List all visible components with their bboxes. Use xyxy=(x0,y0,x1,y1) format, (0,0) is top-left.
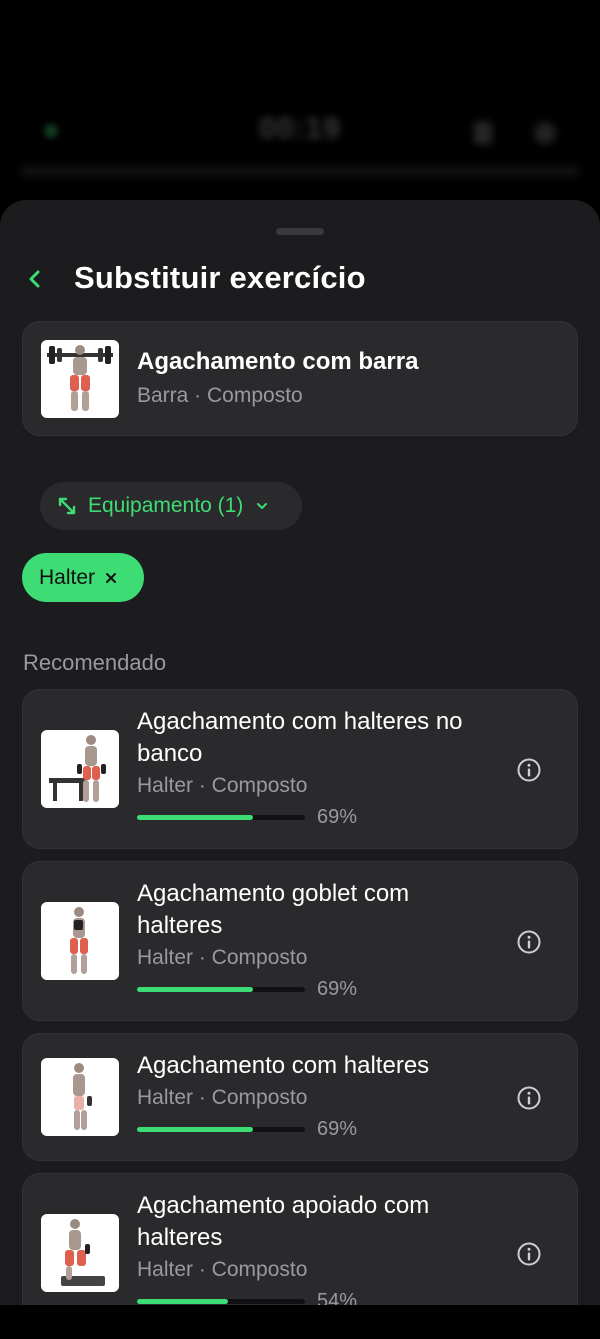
current-exercise-card: Agachamento com barra Barra · Composto xyxy=(22,321,578,436)
section-label-recommended: Recomendado xyxy=(23,650,167,675)
arrows-diagonal-icon xyxy=(58,497,76,515)
active-filter-chip[interactable]: Halter xyxy=(22,553,144,602)
info-icon xyxy=(517,1086,541,1110)
workout-timer: 00:19 xyxy=(259,112,341,145)
match-bar-fill xyxy=(137,1127,253,1132)
info-icon xyxy=(517,1242,541,1266)
background-progress xyxy=(20,166,580,176)
current-exercise-meta: Barra · Composto xyxy=(137,384,303,407)
match-percent: 69% xyxy=(317,978,358,1000)
exercise-name: Agachamento com halteres xyxy=(137,1052,430,1079)
info-icon xyxy=(517,930,541,954)
info-button[interactable] xyxy=(516,1085,542,1111)
background-workout-header: 00:19 xyxy=(0,0,600,200)
exercise-meta: Halter · Composto xyxy=(137,774,308,797)
exercise-name: Agachamento apoiado com halteres xyxy=(137,1192,430,1251)
match-percent: 69% xyxy=(317,806,358,828)
equipment-filter-button[interactable]: Equipamento (1) xyxy=(40,482,302,530)
exercise-thumbnail xyxy=(41,1214,119,1292)
match-bar-fill xyxy=(137,1299,228,1304)
current-exercise-name: Agachamento com barra xyxy=(137,348,419,375)
match-bar-fill xyxy=(137,815,253,820)
match-bar xyxy=(137,815,305,820)
exercise-thumbnail xyxy=(41,1058,119,1136)
equipment-filter-label: Equipamento (1) xyxy=(88,494,244,517)
substitute-exercise-sheet: Substituir exercício Agachamento com bar… xyxy=(0,200,600,1305)
page-title: Substituir exercício xyxy=(74,260,366,295)
exercise-thumbnail xyxy=(41,902,119,980)
match-percent: 69% xyxy=(317,1118,358,1140)
chevron-left-icon xyxy=(29,270,40,288)
back-button[interactable] xyxy=(22,264,48,294)
exercise-name: Agachamento com halteres no banco xyxy=(137,708,463,767)
exercise-name: Agachamento goblet com halteres xyxy=(137,880,410,939)
info-icon xyxy=(517,758,541,782)
exercise-meta: Halter · Composto xyxy=(137,946,308,969)
background-icon xyxy=(474,122,492,144)
match-bar xyxy=(137,987,305,992)
info-button[interactable] xyxy=(516,1241,542,1267)
recommendation-card[interactable]: Agachamento apoiado com halteres Halter … xyxy=(22,1173,578,1305)
match-bar xyxy=(137,1127,305,1132)
close-icon[interactable] xyxy=(104,571,118,585)
info-button[interactable] xyxy=(516,757,542,783)
exercise-meta: Halter · Composto xyxy=(137,1086,308,1109)
chip-label: Halter xyxy=(39,565,96,589)
exercise-thumbnail xyxy=(41,340,119,418)
sheet-header: Substituir exercício xyxy=(0,258,600,300)
background-icon xyxy=(534,122,556,144)
match-bar xyxy=(137,1299,305,1304)
chevron-down-icon xyxy=(257,503,268,509)
exercise-meta: Halter · Composto xyxy=(137,1258,308,1281)
info-button[interactable] xyxy=(516,929,542,955)
match-percent: 54% xyxy=(317,1290,358,1305)
exercise-thumbnail xyxy=(41,730,119,808)
recommendation-card[interactable]: Agachamento com halteres Halter · Compos… xyxy=(22,1033,578,1161)
recommendation-card[interactable]: Agachamento com halteres no banco Halter… xyxy=(22,689,578,849)
sheet-grabber[interactable] xyxy=(276,228,324,235)
recommendation-card[interactable]: Agachamento goblet com halteres Halter ·… xyxy=(22,861,578,1021)
match-bar-fill xyxy=(137,987,253,992)
